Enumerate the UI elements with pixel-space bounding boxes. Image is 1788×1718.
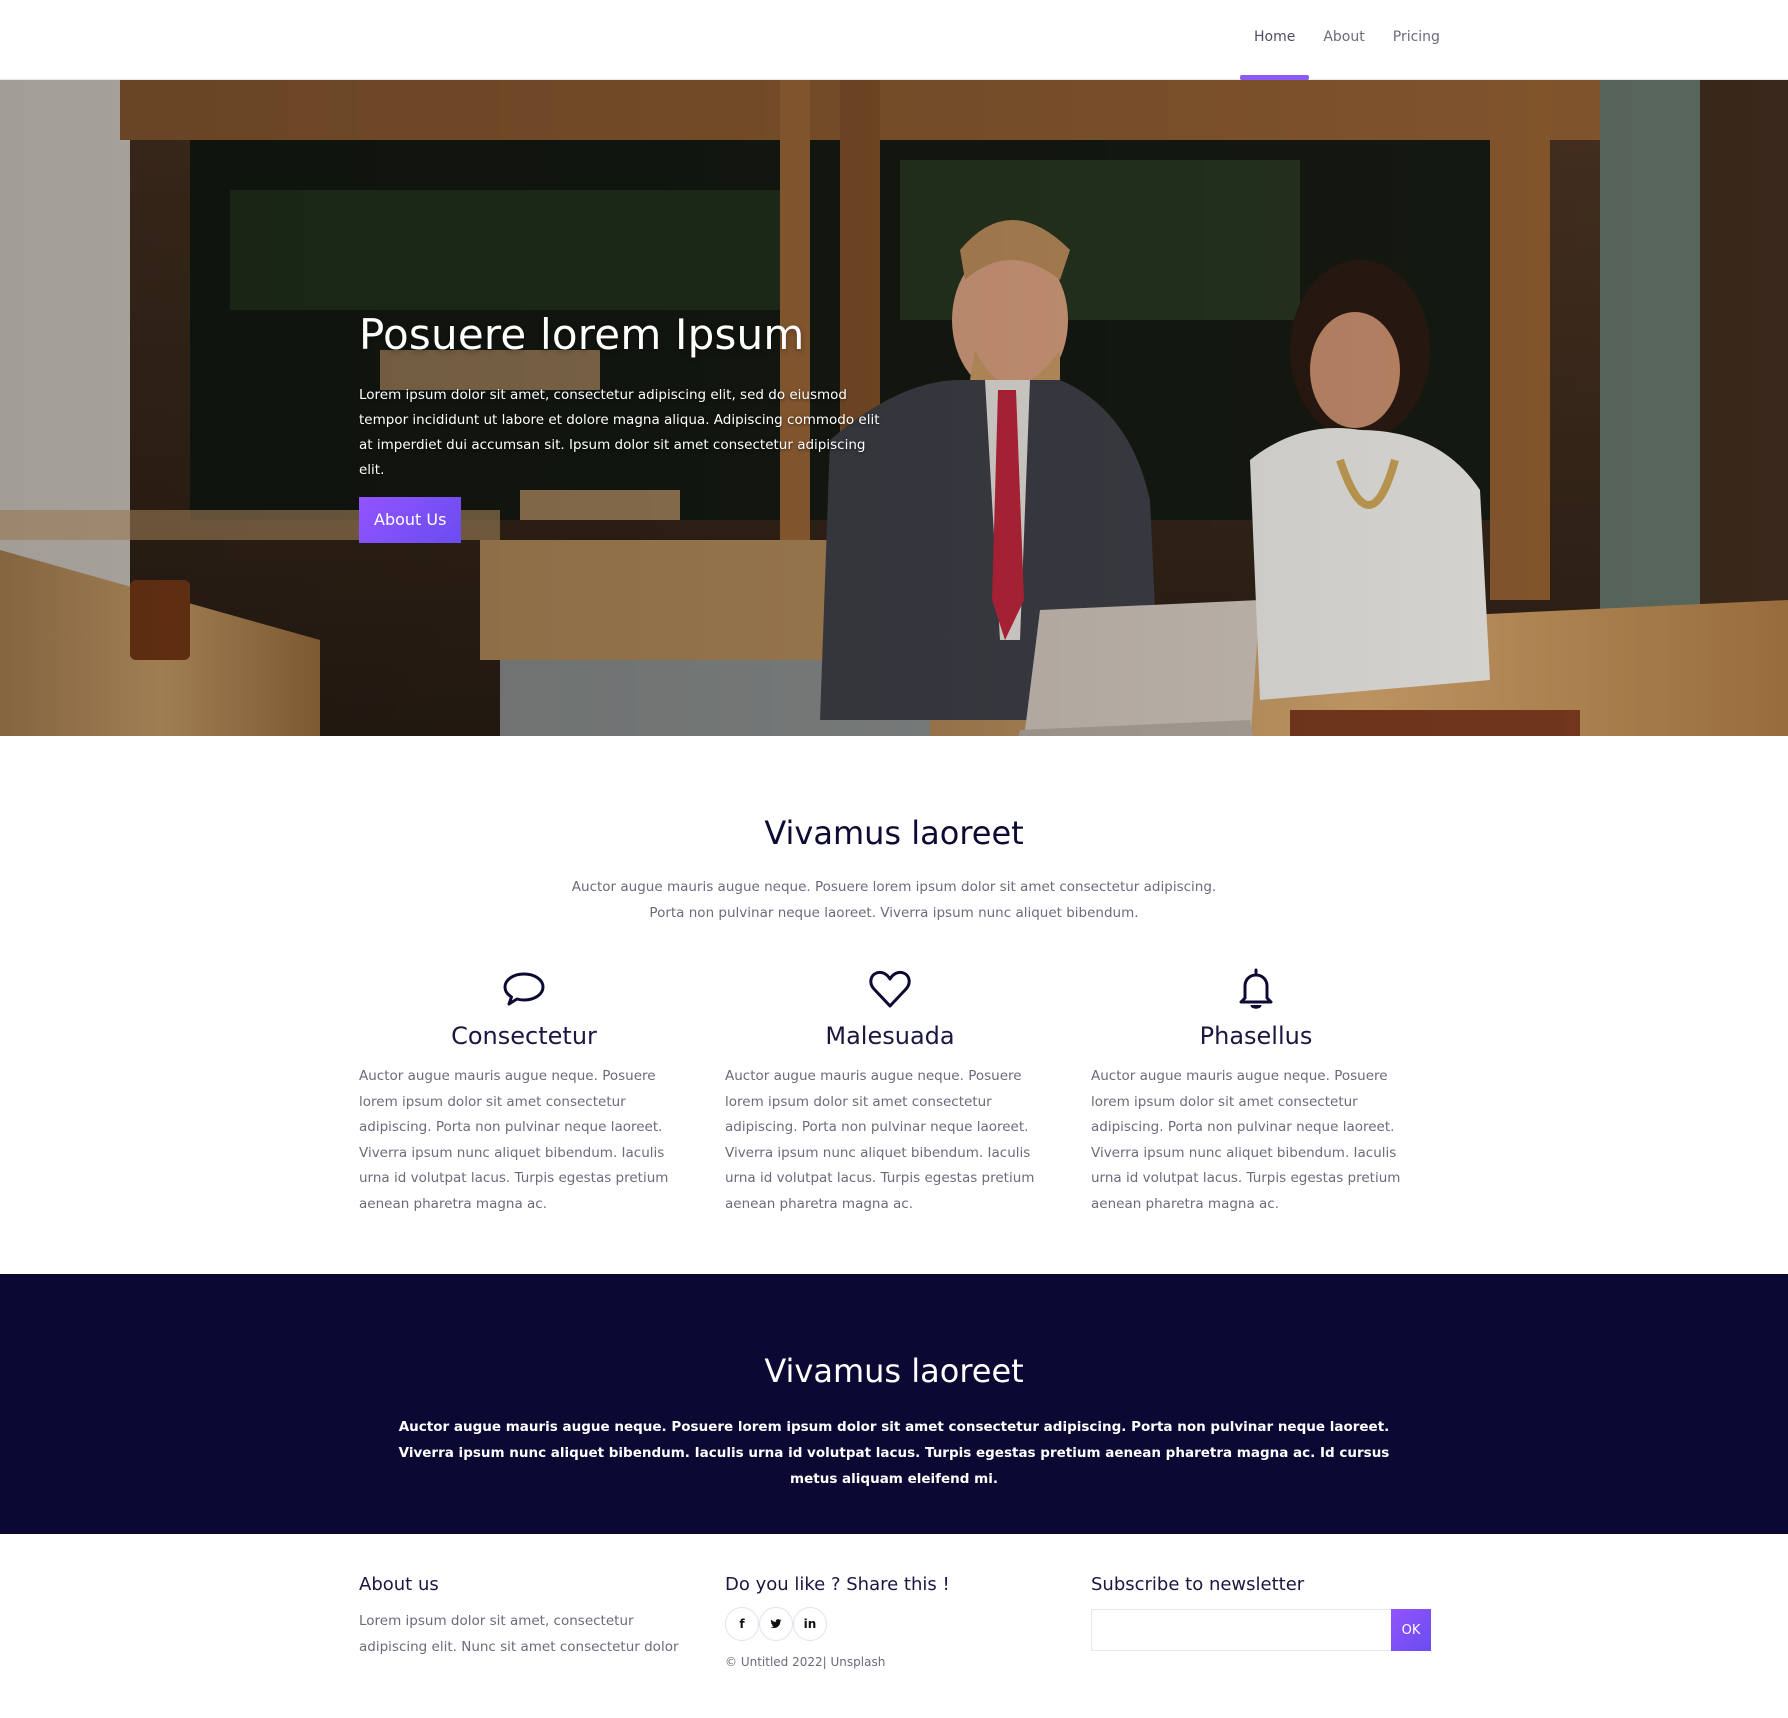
- hero-title: Posuere lorem Ipsum: [359, 310, 805, 359]
- newsletter-email-input[interactable]: [1091, 1609, 1391, 1651]
- bell-icon: [1239, 968, 1273, 1009]
- footer-share-column: Do you like ? Share this ! f in © Untitl…: [725, 1574, 1065, 1669]
- features-subtitle-line-1: Auctor augue mauris augue neque. Posuere…: [571, 879, 1217, 895]
- footer-about-column: About us Lorem ipsum dolor sit amet, con…: [359, 1574, 699, 1660]
- copyright-text: © Untitled 2022| Unsplash: [725, 1655, 886, 1669]
- nav-about-link[interactable]: About: [1309, 0, 1378, 80]
- features-subtitle-line-2: Porta non pulvinar neque laoreet. Viverr…: [649, 905, 1139, 921]
- newsletter-submit-button[interactable]: OK: [1391, 1609, 1431, 1651]
- footer-share-heading: Do you like ? Share this !: [725, 1574, 950, 1595]
- twitter-bird-icon: [770, 1619, 782, 1629]
- social-links: f in: [725, 1607, 1065, 1641]
- footer-about-text: Lorem ipsum dolor sit amet, consectetur …: [359, 1613, 679, 1655]
- feature-title: Consectetur: [451, 1022, 597, 1050]
- chat-bubble-icon: [503, 972, 545, 1006]
- highlight-band: Vivamus laoreet Auctor augue mauris augu…: [0, 1274, 1788, 1534]
- feature-card: Consectetur Auctor augue mauris augue ne…: [359, 966, 689, 1217]
- feature-title: Phasellus: [1199, 1022, 1313, 1050]
- facebook-icon[interactable]: f: [725, 1607, 759, 1641]
- footer-about-heading: About us: [359, 1574, 439, 1595]
- feature-text: Auctor augue mauris augue neque. Posuere…: [1091, 1068, 1401, 1212]
- heart-icon: [869, 970, 911, 1008]
- feature-card: Phasellus Auctor augue mauris augue nequ…: [1091, 966, 1421, 1217]
- nav-home-link[interactable]: Home: [1240, 0, 1310, 80]
- features-heading: Vivamus laoreet: [764, 814, 1024, 852]
- feature-text: Auctor augue mauris augue neque. Posuere…: [725, 1068, 1035, 1212]
- feature-title: Malesuada: [825, 1022, 955, 1050]
- band-heading: Vivamus laoreet: [764, 1352, 1024, 1390]
- footer: About us Lorem ipsum dolor sit amet, con…: [0, 1534, 1788, 1718]
- main-nav: Home About Pricing: [1240, 0, 1454, 80]
- hero-section: Posuere lorem Ipsum Lorem ipsum dolor si…: [0, 80, 1788, 736]
- features-section: Vivamus laoreet Auctor augue mauris augu…: [0, 736, 1788, 1274]
- top-navbar: Home About Pricing: [0, 0, 1788, 80]
- footer-newsletter-column: Subscribe to newsletter OK: [1091, 1574, 1431, 1651]
- feature-text: Auctor augue mauris augue neque. Posuere…: [359, 1068, 669, 1212]
- linkedin-icon[interactable]: in: [793, 1607, 827, 1641]
- feature-card: Malesuada Auctor augue mauris augue nequ…: [725, 966, 1055, 1217]
- nav-pricing-link[interactable]: Pricing: [1379, 0, 1454, 80]
- twitter-icon[interactable]: [759, 1607, 793, 1641]
- newsletter-heading: Subscribe to newsletter: [1091, 1574, 1305, 1595]
- newsletter-form: OK: [1091, 1609, 1431, 1651]
- hero-content: Posuere lorem Ipsum Lorem ipsum dolor si…: [359, 310, 919, 543]
- about-us-button[interactable]: About Us: [359, 497, 462, 543]
- band-text: Auctor augue mauris augue neque. Posuere…: [398, 1419, 1390, 1487]
- hero-description: Lorem ipsum dolor sit amet, consectetur …: [359, 387, 880, 478]
